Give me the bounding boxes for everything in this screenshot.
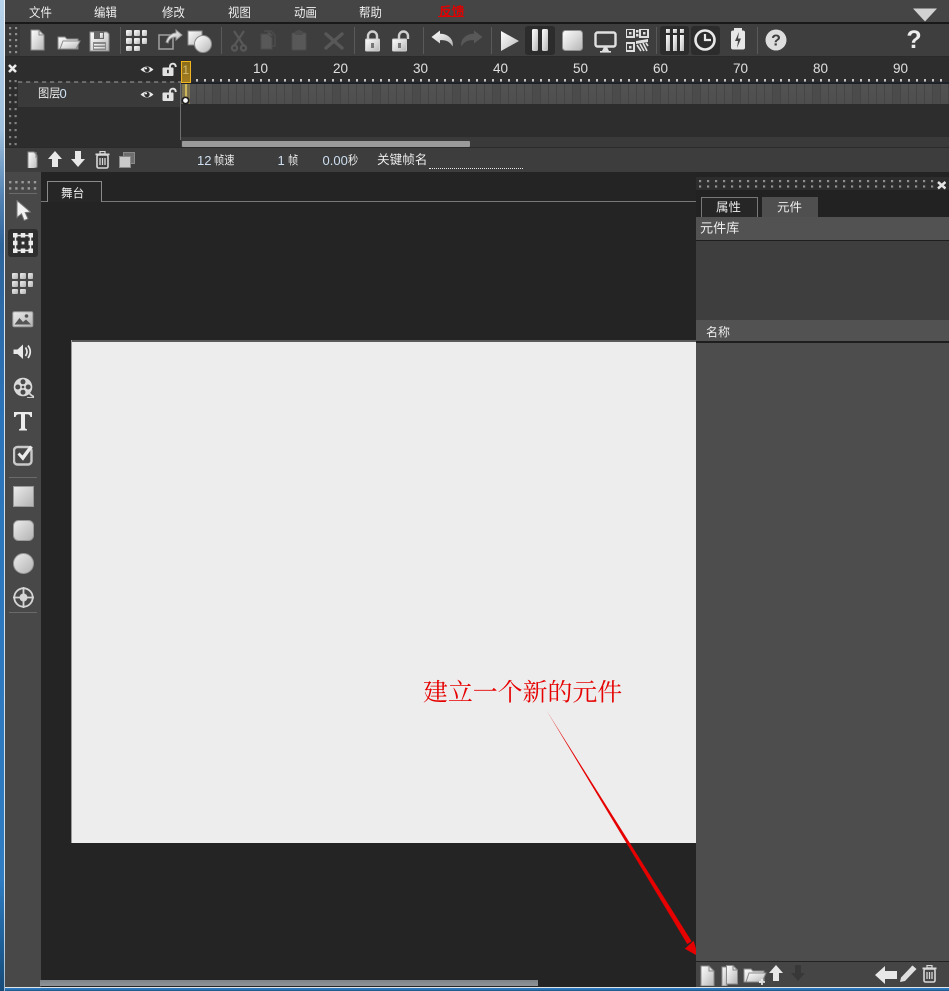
svg-text:?: ? bbox=[771, 33, 781, 50]
